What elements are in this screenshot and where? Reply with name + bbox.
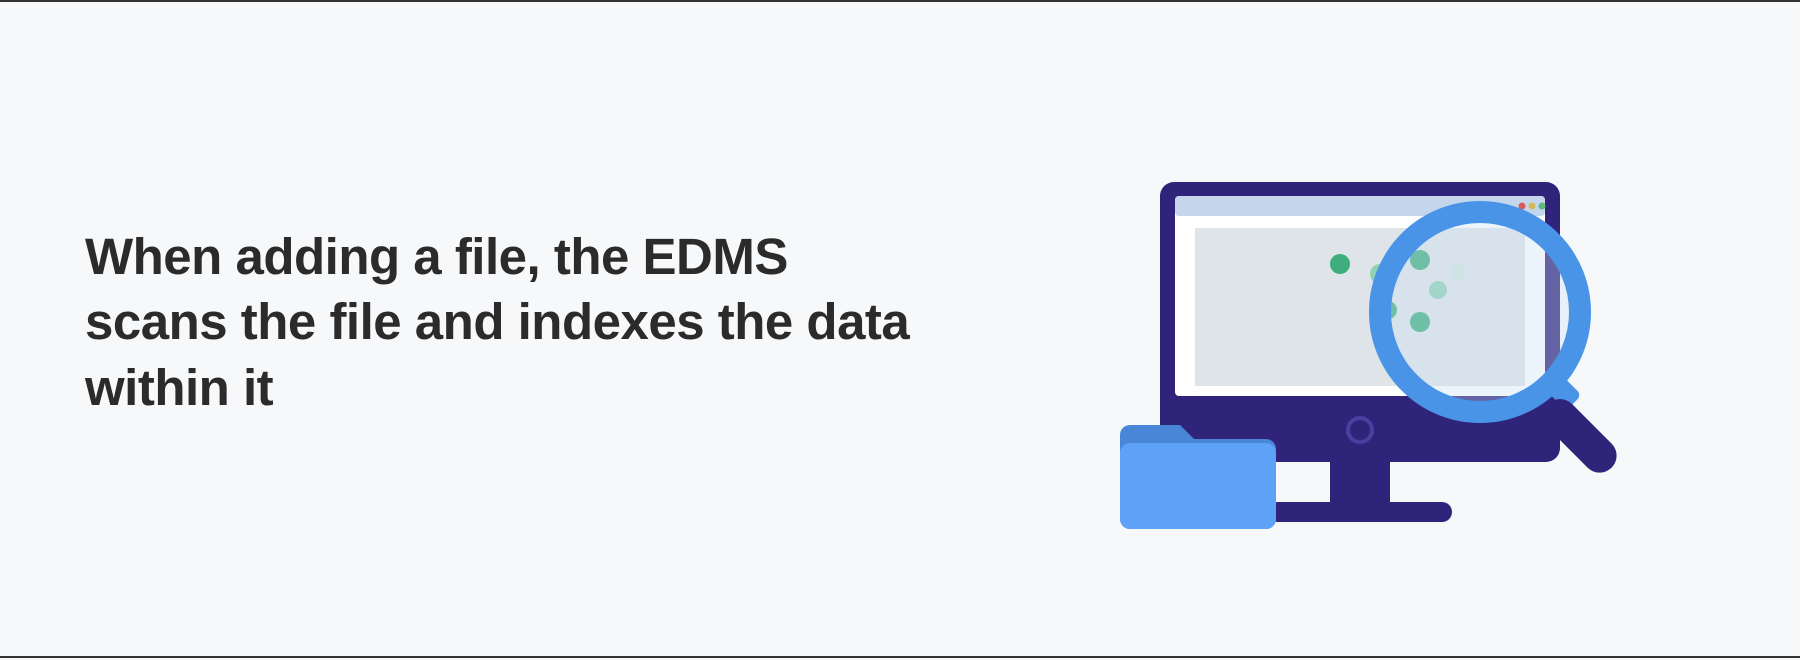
folder-icon bbox=[1120, 425, 1276, 529]
slide-headline: When adding a file, the EDMS scans the f… bbox=[85, 224, 925, 420]
edms-scan-illustration bbox=[1120, 172, 1640, 572]
slide: When adding a file, the EDMS scans the f… bbox=[0, 2, 1800, 660]
